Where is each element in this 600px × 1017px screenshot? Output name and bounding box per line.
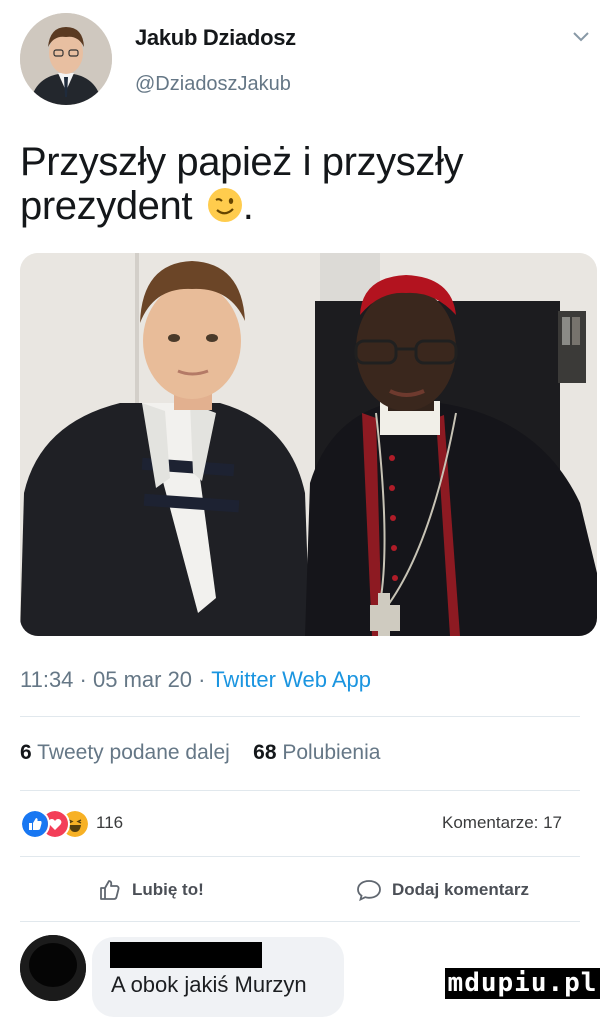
divider [20, 716, 580, 717]
tweet-photo[interactable] [20, 253, 597, 636]
thumbs-up-icon [100, 880, 120, 900]
tweet-text: Przyszły papież i przyszły prezydent . [20, 140, 580, 228]
divider [20, 856, 580, 857]
divider [20, 921, 580, 922]
redacted-commenter-name [110, 942, 262, 968]
tweet-stats: 6 Tweety podane dalej 68 Polubienia [20, 741, 380, 765]
likes-stat[interactable]: 68 Polubienia [253, 741, 380, 764]
divider [20, 790, 580, 791]
comment-text: A obok jakiś Murzyn [111, 972, 307, 997]
watermark: mdupiu.pl [445, 968, 600, 999]
winking-face-emoji-icon [207, 188, 242, 222]
tweet-date[interactable]: 05 mar 20 [93, 667, 192, 692]
reactions-count[interactable]: 116 [96, 813, 123, 833]
author-name[interactable]: Jakub Dziadosz [135, 25, 296, 51]
commenter-avatar[interactable] [20, 935, 86, 1001]
tweet-trailing: . [242, 184, 254, 228]
chevron-down-icon[interactable] [572, 30, 590, 44]
retweets-stat[interactable]: 6 Tweety podane dalej [20, 741, 230, 764]
like-button[interactable]: Lubię to! [98, 878, 204, 902]
tweet-meta: 11:34 · 05 mar 20 · Twitter Web App [20, 667, 371, 692]
comments-count[interactable]: Komentarze: 17 [442, 813, 562, 833]
comment-icon [357, 880, 381, 902]
comment-label: Dodaj komentarz [392, 880, 529, 899]
comment-button[interactable]: Dodaj komentarz [356, 878, 529, 902]
like-label: Lubię to! [132, 880, 204, 899]
profile-avatar[interactable] [20, 13, 112, 105]
like-icon [20, 809, 50, 839]
tweet-source-app[interactable]: Twitter Web App [211, 667, 371, 692]
tweet-time: 11:34 [20, 667, 74, 692]
author-handle[interactable]: @DziadoszJakub [135, 73, 291, 96]
